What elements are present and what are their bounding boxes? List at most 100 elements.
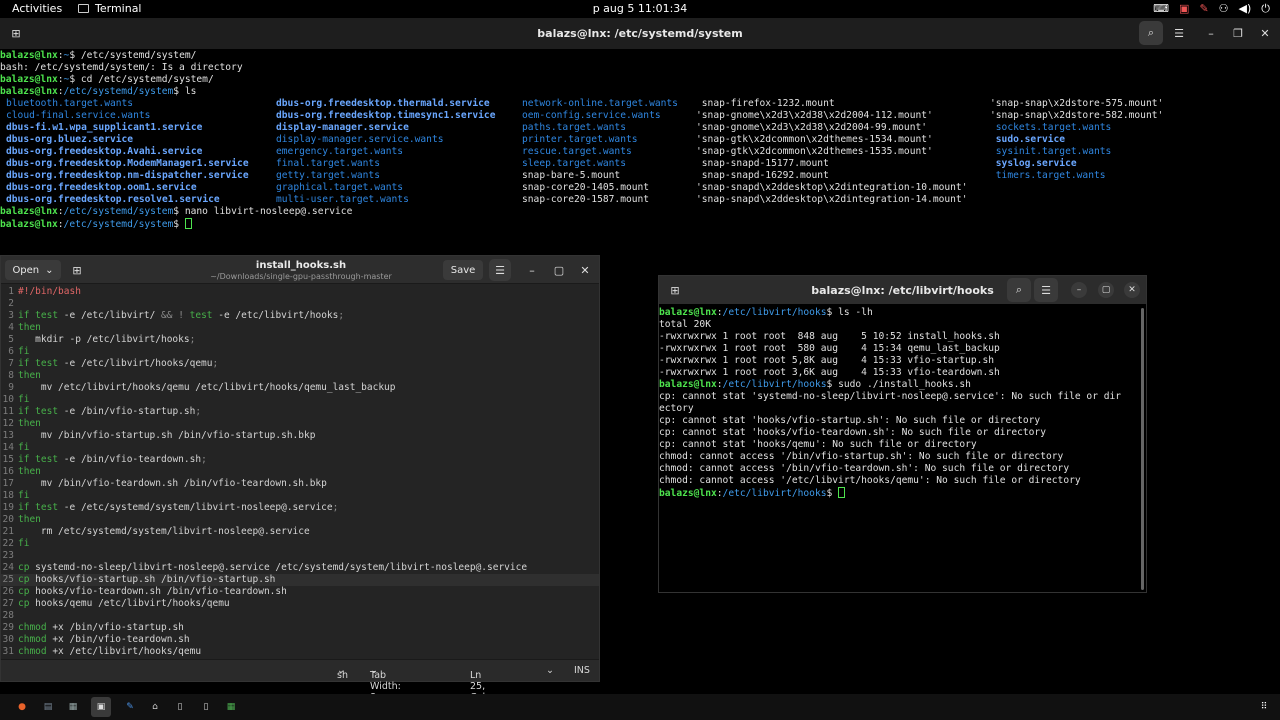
- prompt-dollar: $: [69, 74, 81, 85]
- ls-entry[interactable]: dbus-org.freedesktop.ModemManager1.servi…: [6, 158, 249, 170]
- app-menu[interactable]: Terminal: [78, 2, 142, 15]
- ls-entry[interactable]: snap-snapd-16292.mount: [696, 170, 967, 182]
- network-icon[interactable]: ⚇: [1219, 2, 1229, 16]
- insert-mode[interactable]: INS: [574, 665, 590, 676]
- ls-entry[interactable]: dbus-org.freedesktop.nm-dispatcher.servi…: [6, 170, 249, 182]
- ls-entry[interactable]: dbus-org.freedesktop.timesync1.service: [276, 110, 496, 122]
- ls-entry[interactable]: dbus-org.freedesktop.oom1.service: [6, 182, 249, 194]
- document-icon-2[interactable]: ▯: [198, 699, 214, 715]
- ls-entry[interactable]: timers.target.wants: [990, 170, 1163, 182]
- ls-entry[interactable]: sleep.target.wants: [522, 158, 678, 170]
- ls-entry[interactable]: emergency.target.wants: [276, 146, 496, 158]
- ls-entry[interactable]: printer.target.wants: [522, 134, 678, 146]
- menu-icon[interactable]: ☰: [1034, 278, 1058, 302]
- ls-entry[interactable]: graphical.target.wants: [276, 182, 496, 194]
- terminal-icon[interactable]: ▣: [91, 697, 111, 717]
- text-editor-icon[interactable]: ✎: [122, 699, 138, 715]
- ls-entry[interactable]: 'snap-gnome\x2d3\x2d38\x2d2004-112.mount…: [696, 110, 967, 122]
- line-number: 18: [2, 490, 14, 501]
- ls-entry[interactable]: sockets.target.wants: [990, 122, 1163, 134]
- save-button[interactable]: Save: [443, 260, 483, 280]
- ls-entry[interactable]: syslog.service: [990, 158, 1163, 170]
- minimize-icon[interactable]: –: [1199, 21, 1223, 45]
- ls-entry[interactable]: 'snap-snapd\x2ddesktop\x2dintegration-10…: [696, 182, 967, 194]
- code-token: then: [18, 418, 41, 429]
- ls-entry[interactable]: snap-snapd-15177.mount: [696, 158, 967, 170]
- ls-entry[interactable]: display-manager.service.wants: [276, 134, 496, 146]
- scrollbar[interactable]: [1141, 308, 1144, 590]
- ls-entry[interactable]: final.target.wants: [276, 158, 496, 170]
- spreadsheet-icon[interactable]: ▦: [223, 699, 239, 715]
- new-tab-icon[interactable]: ⊞: [4, 21, 28, 45]
- prompt-user: balazs@lnx: [0, 50, 58, 61]
- language-selector[interactable]: sh ⌄: [337, 665, 348, 681]
- tray-app-icon[interactable]: ▣: [1179, 2, 1189, 16]
- main-terminal-output[interactable]: balazs@lnx:~$ /etc/systemd/system/bash: …: [0, 50, 1280, 230]
- code-token: ;: [212, 358, 219, 369]
- ls-entry[interactable]: dbus-org.freedesktop.Avahi.service: [6, 146, 249, 158]
- code-line: 30 chmod +x /bin/vfio-teardown.sh: [1, 634, 599, 646]
- ls-entry[interactable]: 'snap-gtk\x2dcommon\x2dthemes-1535.mount…: [696, 146, 967, 158]
- maximize-icon[interactable]: ▢: [547, 258, 571, 282]
- files-icon[interactable]: ▤: [40, 699, 56, 715]
- line-number: 15: [2, 454, 14, 465]
- ls-entry[interactable]: display-manager.service: [276, 122, 496, 134]
- maximize-icon[interactable]: ▢: [1098, 282, 1114, 298]
- minimize-icon[interactable]: –: [520, 258, 544, 282]
- ls-entry[interactable]: 'snap-gnome\x2d3\x2d38\x2d2004-99.mount': [696, 122, 967, 134]
- close-icon[interactable]: ✕: [1253, 21, 1277, 45]
- app-grid-icon[interactable]: ⠿: [1256, 699, 1272, 715]
- ls-entry[interactable]: cloud-final.service.wants: [6, 110, 249, 122]
- menu-icon[interactable]: ☰: [489, 259, 511, 281]
- maximize-icon[interactable]: ❐: [1226, 21, 1250, 45]
- ls-entry[interactable]: getty.target.wants: [276, 170, 496, 182]
- new-tab-icon[interactable]: ⊞: [663, 278, 687, 302]
- ls-entry[interactable]: dbus-org.freedesktop.thermald.service: [276, 98, 496, 110]
- search-icon[interactable]: ⌕: [1007, 278, 1031, 302]
- ls-entry[interactable]: snap-core20-1587.mount: [522, 194, 678, 206]
- clock[interactable]: p aug 5 11:01:34: [593, 2, 688, 15]
- new-document-icon[interactable]: ⊞: [65, 258, 89, 282]
- ls-entry[interactable]: oem-config.service.wants: [522, 110, 678, 122]
- ls-entry[interactable]: 'snap-snap\x2dstore-575.mount': [990, 98, 1163, 110]
- ls-entry[interactable]: network-online.target.wants: [522, 98, 678, 110]
- minimize-icon[interactable]: –: [1071, 282, 1087, 298]
- volume-icon[interactable]: ◀): [1239, 2, 1252, 16]
- ls-entry[interactable]: 'snap-snapd\x2ddesktop\x2dintegration-14…: [696, 194, 967, 206]
- settings-icon[interactable]: ▦: [65, 699, 81, 715]
- tab-width-selector[interactable]: Tab Width: 8 ⌄: [370, 665, 401, 703]
- open-button[interactable]: Open ⌄: [5, 260, 61, 280]
- ls-entry[interactable]: dbus-org.bluez.service: [6, 134, 249, 146]
- firefox-icon[interactable]: ●: [14, 699, 30, 715]
- ls-entry[interactable]: snap-firefox-1232.mount: [696, 98, 967, 110]
- command-text: sudo ./install_hooks.sh: [838, 379, 971, 390]
- search-icon[interactable]: ⌕: [1139, 21, 1163, 45]
- ls-entry[interactable]: sudo.service: [990, 134, 1163, 146]
- ls-entry[interactable]: dbus-fi.w1.wpa_supplicant1.service: [6, 122, 249, 134]
- virt-manager-icon[interactable]: ⌂: [147, 699, 163, 715]
- ls-entry[interactable]: bluetooth.target.wants: [6, 98, 249, 110]
- ls-entry[interactable]: sysinit.target.wants: [990, 146, 1163, 158]
- ls-entry[interactable]: snap-core20-1405.mount: [522, 182, 678, 194]
- ls-entry[interactable]: 'snap-snap\x2dstore-582.mount': [990, 110, 1163, 122]
- editor-text-area[interactable]: 1 #!/bin/bash 2 3 if test -e /etc/libvirt/ &…: [1, 286, 599, 660]
- prompt-dollar: $: [173, 206, 185, 217]
- ls-entry[interactable]: rescue.target.wants: [522, 146, 678, 158]
- power-icon[interactable]: ⏻: [1261, 2, 1270, 16]
- hooks-terminal-output[interactable]: balazs@lnx:/etc/libvirt/hooks$ ls -lh tot…: [659, 307, 1139, 499]
- close-icon[interactable]: ✕: [573, 258, 597, 282]
- ls-entry[interactable]: paths.target.wants: [522, 122, 678, 134]
- close-icon[interactable]: ✕: [1124, 282, 1140, 298]
- ls-entry[interactable]: multi-user.target.wants: [276, 194, 496, 206]
- ls-entry[interactable]: 'snap-gtk\x2dcommon\x2dthemes-1534.mount…: [696, 134, 967, 146]
- system-tray[interactable]: ⌨ ▣ ✎ ⚇ ◀) ⏻: [1153, 2, 1270, 16]
- activities-button[interactable]: Activities: [12, 2, 62, 15]
- ls-entry[interactable]: snap-bare-5.mount: [522, 170, 678, 182]
- output-line: cp: cannot stat 'hooks/qemu': No such fi…: [659, 439, 977, 450]
- menu-icon[interactable]: ☰: [1167, 21, 1191, 45]
- chevron-down-icon[interactable]: ⌄: [546, 665, 554, 676]
- tray-app-icon-2[interactable]: ✎: [1199, 2, 1208, 16]
- ls-entry[interactable]: dbus-org.freedesktop.resolve1.service: [6, 194, 249, 206]
- document-icon[interactable]: ▯: [172, 699, 188, 715]
- keyboard-icon[interactable]: ⌨: [1153, 2, 1169, 16]
